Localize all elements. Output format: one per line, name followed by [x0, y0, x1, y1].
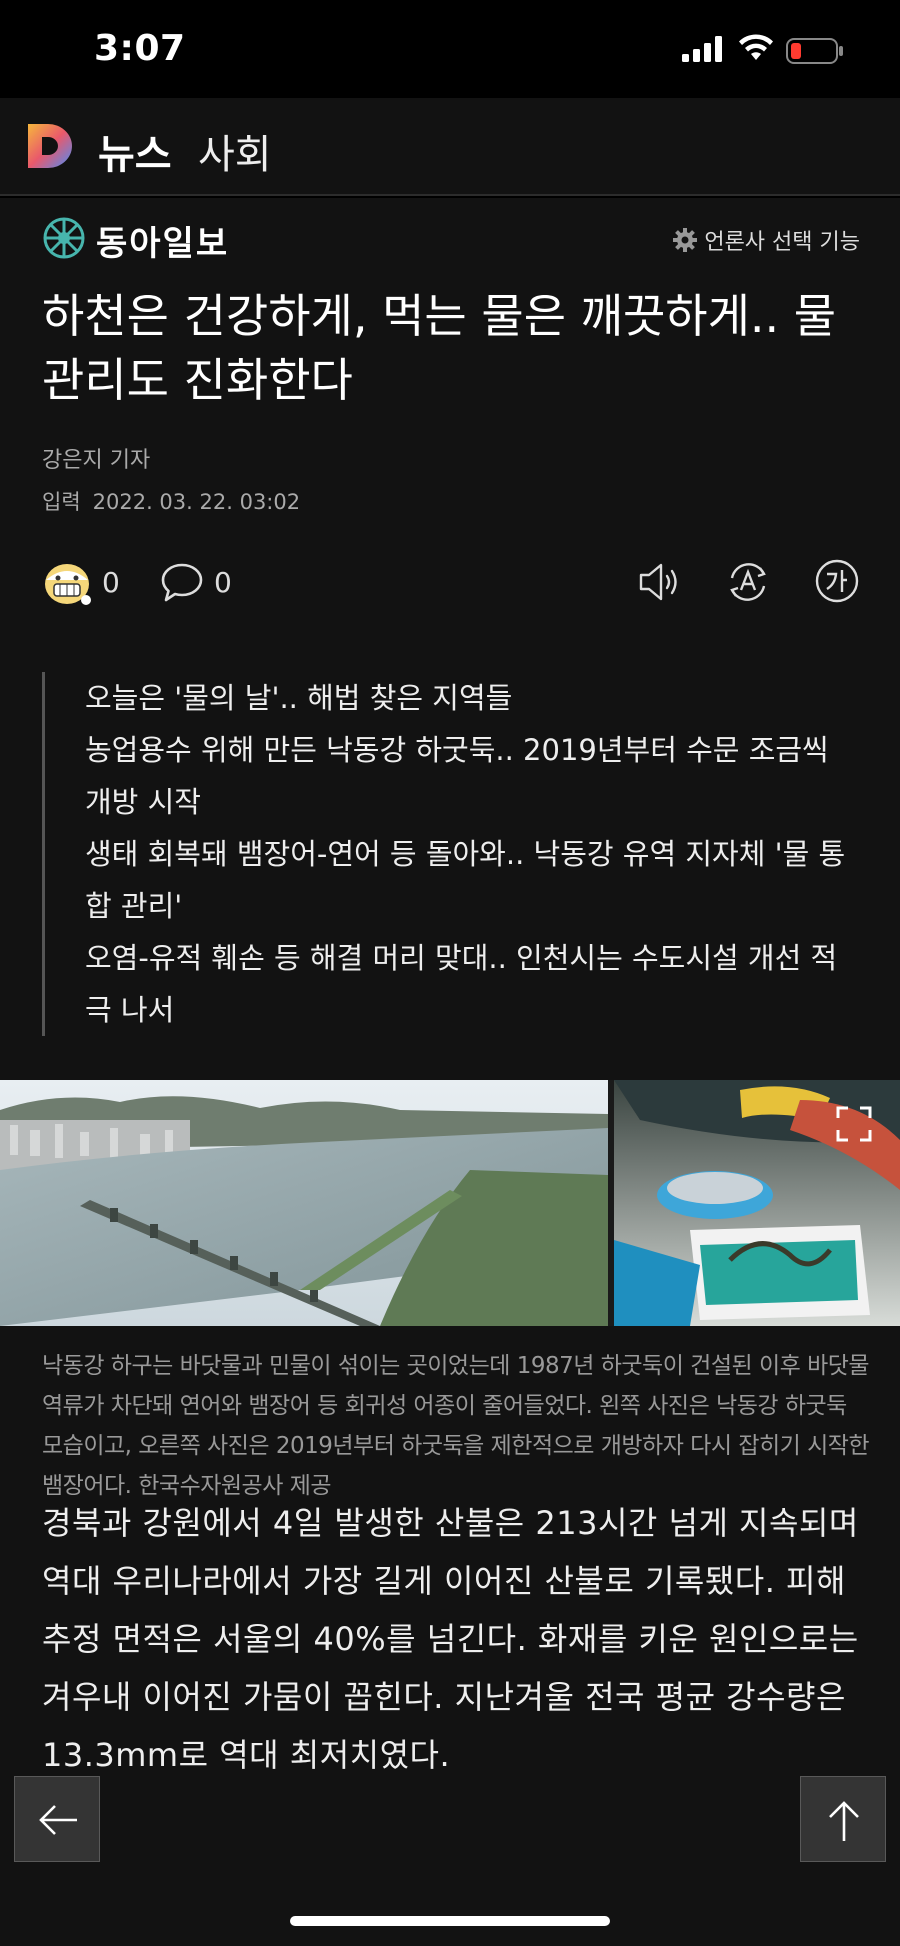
section-name[interactable]: 사회 — [198, 122, 272, 180]
home-indicator[interactable] — [290, 1916, 610, 1926]
summary-item: 농업용수 위해 만든 낙동강 하굿둑.. 2019년부터 수문 조금씩 개방 시… — [85, 733, 829, 819]
comment-count: 0 — [214, 566, 232, 599]
article-summary: 오늘은 '물의 날'.. 해법 찾은 지역들 농업용수 위해 만든 낙동강 하굿… — [42, 672, 862, 1036]
summary-item: 생태 회복돼 뱀장어-연어 등 돌아와.. 낙동강 유역 지자체 '물 통합 관… — [85, 837, 846, 923]
back-button[interactable] — [14, 1776, 100, 1862]
press-select-label: 언론사 선택 기능 — [704, 230, 860, 255]
photo-image — [0, 1080, 900, 1326]
press-name[interactable]: 동아일보 — [96, 216, 229, 265]
reaction-count: 0 — [102, 566, 120, 599]
daum-logo-icon[interactable] — [24, 120, 76, 172]
date-value: 2022. 03. 22. 03:02 — [92, 490, 301, 514]
emoji-reaction-icon[interactable] — [40, 556, 94, 610]
app-name[interactable]: 뉴스 — [98, 122, 172, 180]
expand-icon[interactable] — [834, 1104, 874, 1144]
press-select-button[interactable]: 언론사 선택 기능 — [672, 224, 860, 256]
article-body: 경북과 강원에서 4일 발생한 산불은 213시간 넘게 지속되며 역대 우리나… — [42, 1504, 859, 1774]
article-content: 동아일보 언론사 선택 기능 하천은 건강하게, 먹는 물은 깨끗하게.. 물 … — [0, 198, 900, 1946]
font-size-icon[interactable] — [814, 558, 860, 604]
speaker-icon[interactable] — [636, 558, 684, 606]
signal-icon — [682, 36, 722, 62]
status-time: 3:07 — [94, 28, 186, 69]
comment-icon[interactable] — [160, 560, 204, 604]
article-headline: 하천은 건강하게, 먹는 물은 깨끗하게.. 물 관리도 진화한다 — [42, 289, 837, 407]
donga-logo-icon — [43, 217, 85, 259]
arrow-up-icon — [829, 1801, 859, 1841]
reporter-name[interactable]: 강은지 기자 — [42, 442, 150, 474]
action-bar: 0 0 — [0, 544, 900, 624]
wifi-icon — [739, 34, 773, 60]
photo-caption: 낙동강 하구는 바닷물과 민물이 섞이는 곳이었는데 1987년 하굿둑이 건설… — [42, 1353, 870, 1499]
scroll-top-button[interactable] — [800, 1776, 886, 1862]
arrow-left-icon — [39, 1805, 77, 1835]
date-label: 입력 — [42, 490, 81, 514]
summary-item: 오늘은 '물의 날'.. 해법 찾은 지역들 — [85, 681, 513, 715]
summary-item: 오염-유적 훼손 등 해결 머리 맞대.. 인천시는 수도시설 개선 적극 나서 — [85, 941, 838, 1027]
publish-date: 입력 2022. 03. 22. 03:02 — [42, 486, 312, 516]
translate-icon[interactable] — [724, 558, 772, 606]
gear-icon — [673, 228, 698, 252]
status-bar: 3:07 — [0, 0, 900, 98]
app-header: 뉴스 사회 — [0, 98, 900, 196]
article-photo[interactable] — [0, 1080, 900, 1326]
battery-icon — [786, 38, 843, 64]
